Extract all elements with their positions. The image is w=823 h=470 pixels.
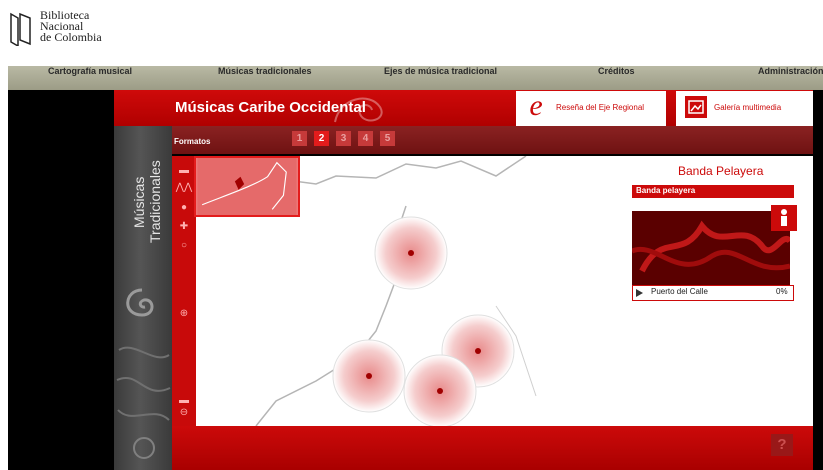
zoom-in-icon[interactable]: ⊕ <box>172 309 196 319</box>
e-letter-icon: e <box>529 89 543 122</box>
nav-item-cartografia[interactable]: Cartografía musical <box>48 66 132 77</box>
minimap[interactable] <box>194 156 300 217</box>
info-icon[interactable] <box>771 205 797 231</box>
play-icon[interactable] <box>636 289 643 297</box>
panel-title: Banda Pelayera <box>678 164 764 178</box>
nav-item-musicas-tradicionales[interactable]: Músicas tradicionales <box>218 66 312 77</box>
location-marker[interactable] <box>408 250 414 256</box>
point-tool-icon[interactable]: ● <box>172 203 196 213</box>
formats-bar <box>114 126 813 154</box>
sidebar-title-line-1: Músicas <box>131 177 147 228</box>
location-marker[interactable] <box>366 373 372 379</box>
nav-item-administracion[interactable]: Administración <box>758 66 823 77</box>
logo-line-3: de Colombia <box>40 30 102 44</box>
format-page-4[interactable]: 4 <box>358 131 373 146</box>
layer-tool-icon[interactable]: ▬ <box>172 166 196 176</box>
format-page-2[interactable]: 2 <box>314 131 329 146</box>
bottom-bar <box>172 426 813 470</box>
map-tools <box>172 156 196 426</box>
nav-item-creditos[interactable]: Créditos <box>598 66 635 77</box>
zoom-slider-handle[interactable]: ▬ <box>172 396 196 406</box>
mountain-tool-icon[interactable]: ⋀⋀ <box>172 183 196 193</box>
sidebar-title-line-2: Tradicionales <box>147 160 163 243</box>
resena-label[interactable]: Reseña del Eje Regional <box>556 103 644 112</box>
circle-tool-icon[interactable]: ○ <box>172 241 196 251</box>
formatos-label: Formatos <box>174 137 211 146</box>
location-marker[interactable] <box>437 388 443 394</box>
video-thumbnail[interactable] <box>632 211 790 285</box>
sidebar-title: Músicas Tradicionales <box>131 160 163 243</box>
zoom-out-icon[interactable]: ⊖ <box>172 408 196 418</box>
format-page-5[interactable]: 5 <box>380 131 395 146</box>
progress-percent: 0% <box>776 287 788 296</box>
gallery-icon <box>685 96 707 118</box>
library-logo-text: Biblioteca Nacional de Colombia <box>40 9 102 44</box>
decorative-spiral-icon <box>116 288 171 459</box>
library-logo-icon <box>10 12 31 46</box>
main-nav: Cartografía musical Músicas tradicionale… <box>8 66 823 90</box>
decorative-swirl-icon <box>334 97 383 123</box>
galeria-label[interactable]: Galería multimedia <box>714 103 781 112</box>
plus-tool-icon[interactable]: ✚ <box>172 222 196 232</box>
format-page-1[interactable]: 1 <box>292 131 307 146</box>
panel-subtitle: Banda pelayera <box>636 186 696 195</box>
help-icon[interactable]: ? <box>771 434 793 456</box>
location-marker[interactable] <box>475 348 481 354</box>
track-name: Puerto del Calle <box>651 287 708 296</box>
nav-item-ejes[interactable]: Ejes de música tradicional <box>384 66 497 77</box>
format-page-3[interactable]: 3 <box>336 131 351 146</box>
